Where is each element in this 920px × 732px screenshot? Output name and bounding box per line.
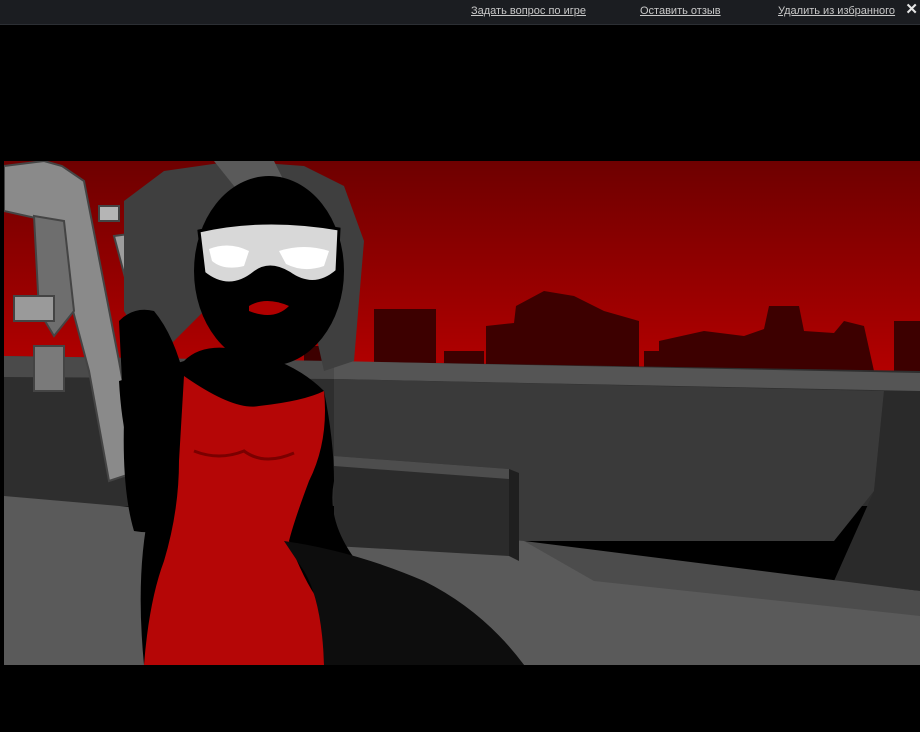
ask-question-link[interactable]: Задать вопрос по игре bbox=[471, 5, 586, 17]
leave-review-link[interactable]: Оставить отзыв bbox=[640, 5, 721, 17]
game-canvas[interactable] bbox=[4, 25, 920, 732]
remove-from-favorites-link[interactable]: Удалить из избранного bbox=[778, 5, 895, 17]
game-cutscene-image bbox=[4, 161, 920, 665]
close-icon[interactable]: ✕ bbox=[905, 2, 918, 18]
site-toolbar: Задать вопрос по игре Оставить отзыв Уда… bbox=[0, 0, 920, 25]
